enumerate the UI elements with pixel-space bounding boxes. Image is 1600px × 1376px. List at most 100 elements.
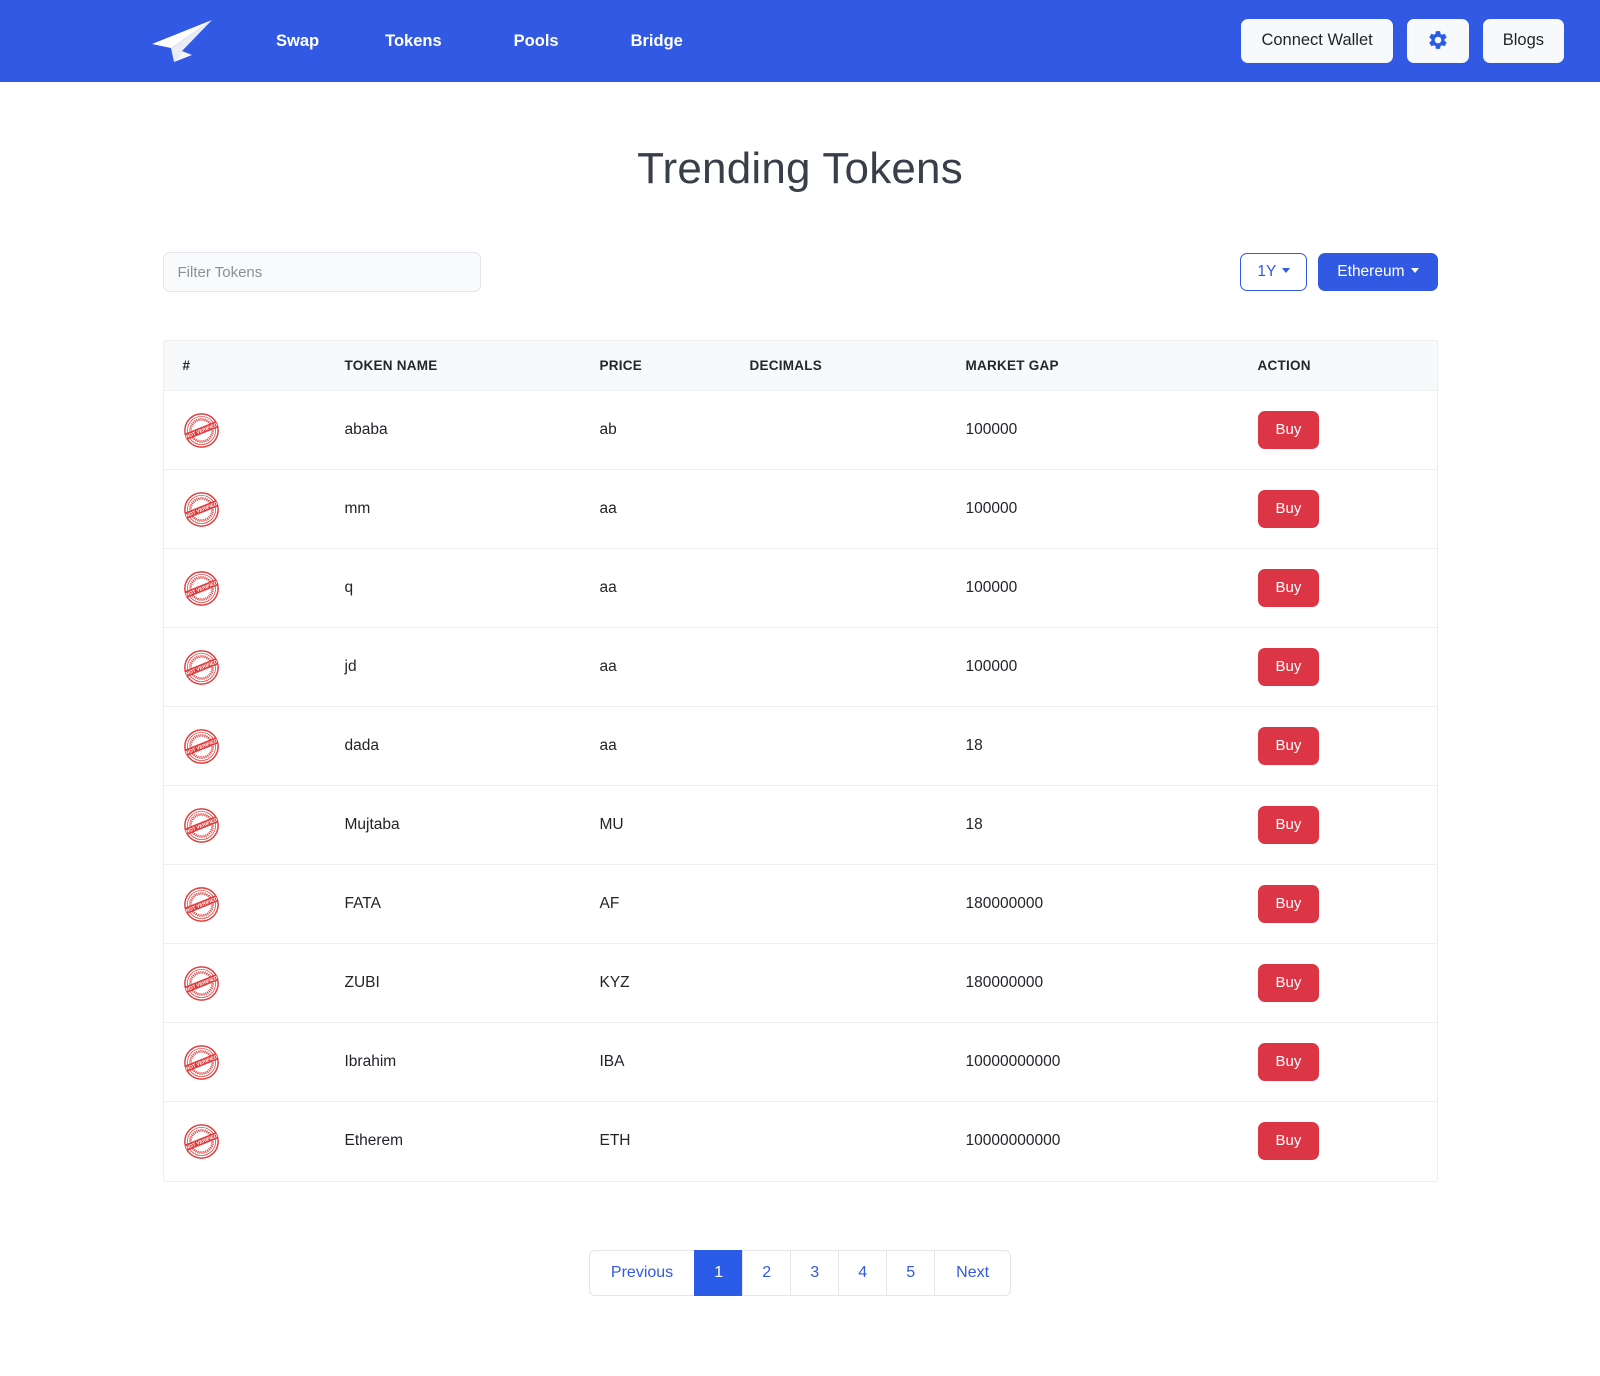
buy-button[interactable]: Buy [1258, 727, 1320, 765]
nav-links: Swap Tokens Pools Bridge [276, 24, 755, 59]
cell-price: ETH [600, 1102, 750, 1181]
cell-decimals [750, 470, 966, 549]
connect-wallet-button[interactable]: Connect Wallet [1241, 19, 1392, 63]
network-dropdown[interactable]: Ethereum [1318, 253, 1437, 291]
cell-price: KYZ [600, 944, 750, 1023]
network-label: Ethereum [1337, 263, 1404, 280]
cell-market-gap: 18 [966, 786, 1258, 865]
buy-button[interactable]: Buy [1258, 1043, 1320, 1081]
table-row: NOT VERIFIEDMujtabaMU18Buy [164, 786, 1438, 865]
pagination-next[interactable]: Next [934, 1250, 1011, 1297]
gear-icon [1427, 29, 1449, 54]
table-header-row: # TOKEN NAME PRICE DECIMALS MARKET GAP A… [164, 341, 1438, 391]
cell-market-gap: 100000 [966, 549, 1258, 628]
brand-logo[interactable] [148, 18, 244, 64]
column-header-price: PRICE [600, 341, 750, 391]
table-row: NOT VERIFIEDababaab100000Buy [164, 391, 1438, 470]
navbar-actions: Connect Wallet Blogs [1241, 19, 1564, 63]
buy-button[interactable]: Buy [1258, 964, 1320, 1002]
cell-token-name: FATA [345, 865, 600, 944]
nav-link-swap[interactable]: Swap [276, 24, 319, 59]
pagination-page-5[interactable]: 5 [886, 1250, 934, 1297]
cell-price: ab [600, 391, 750, 470]
buy-button[interactable]: Buy [1258, 411, 1320, 449]
cell-token-name: Mujtaba [345, 786, 600, 865]
cell-market-gap: 10000000000 [966, 1023, 1258, 1102]
nav-link-tokens[interactable]: Tokens [385, 24, 442, 59]
cell-decimals [750, 628, 966, 707]
not-verified-stamp-icon: NOT VERIFIED [164, 1023, 345, 1102]
cell-market-gap: 18 [966, 707, 1258, 786]
cell-decimals [750, 944, 966, 1023]
cell-decimals [750, 786, 966, 865]
cell-action: Buy [1258, 944, 1438, 1023]
cell-action: Buy [1258, 707, 1438, 786]
cell-action: Buy [1258, 628, 1438, 707]
not-verified-stamp-icon: NOT VERIFIED [164, 786, 345, 865]
timeframe-label: 1Y [1257, 263, 1276, 280]
table-head: # TOKEN NAME PRICE DECIMALS MARKET GAP A… [164, 341, 1438, 391]
cell-token-name: dada [345, 707, 600, 786]
cell-action: Buy [1258, 470, 1438, 549]
cell-market-gap: 100000 [966, 628, 1258, 707]
cell-decimals [750, 707, 966, 786]
cell-price: aa [600, 549, 750, 628]
cell-decimals [750, 549, 966, 628]
table-row: NOT VERIFIEDmmaa100000Buy [164, 470, 1438, 549]
main-container: 1Y Ethereum # TOKEN NAME PRICE DECIMALS … [163, 252, 1438, 1376]
nav-link-bridge[interactable]: Bridge [631, 24, 683, 59]
timeframe-dropdown[interactable]: 1Y [1240, 253, 1307, 291]
table-row: NOT VERIFIEDZUBIKYZ180000000Buy [164, 944, 1438, 1023]
cell-market-gap: 10000000000 [966, 1102, 1258, 1181]
cell-action: Buy [1258, 391, 1438, 470]
pagination-page-1[interactable]: 1 [694, 1250, 742, 1297]
chevron-down-icon [1282, 268, 1290, 273]
not-verified-stamp-icon: NOT VERIFIED [164, 549, 345, 628]
table-row: NOT VERIFIEDdadaaa 18Buy [164, 707, 1438, 786]
pagination-page-2[interactable]: 2 [742, 1250, 790, 1297]
settings-button[interactable] [1407, 19, 1469, 63]
pagination-page-3[interactable]: 3 [790, 1250, 838, 1297]
pagination-page-4[interactable]: 4 [838, 1250, 886, 1297]
not-verified-stamp-icon: NOT VERIFIED [164, 865, 345, 944]
table-row: NOT VERIFIEDjdaa100000Buy [164, 628, 1438, 707]
cell-action: Buy [1258, 786, 1438, 865]
cell-token-name: mm [345, 470, 600, 549]
filter-tokens-input[interactable] [163, 252, 481, 292]
navbar: Swap Tokens Pools Bridge Connect Wallet … [0, 0, 1600, 82]
cell-price: IBA [600, 1023, 750, 1102]
cell-action: Buy [1258, 1102, 1438, 1181]
not-verified-stamp-icon: NOT VERIFIED [164, 707, 345, 786]
column-header-index: # [164, 341, 345, 391]
table-row: NOT VERIFIEDqaa 100000Buy [164, 549, 1438, 628]
cell-decimals [750, 1023, 966, 1102]
cell-price: AF [600, 865, 750, 944]
cell-price: aa [600, 707, 750, 786]
cell-action: Buy [1258, 1023, 1438, 1102]
buy-button[interactable]: Buy [1258, 885, 1320, 923]
pagination: Previous12345Next [163, 1250, 1438, 1376]
cell-token-name: q [345, 549, 600, 628]
buy-button[interactable]: Buy [1258, 490, 1320, 528]
blogs-button[interactable]: Blogs [1483, 19, 1564, 63]
pagination-previous[interactable]: Previous [589, 1250, 694, 1297]
cell-decimals [750, 391, 966, 470]
cell-token-name: ababa [345, 391, 600, 470]
buy-button[interactable]: Buy [1258, 806, 1320, 844]
table-body: NOT VERIFIEDababaab100000BuyNOT VERIFIED… [164, 391, 1438, 1181]
cell-token-name: jd [345, 628, 600, 707]
buy-button[interactable]: Buy [1258, 648, 1320, 686]
tokens-table: # TOKEN NAME PRICE DECIMALS MARKET GAP A… [164, 341, 1438, 1181]
page-title: Trending Tokens [0, 82, 1600, 194]
cell-market-gap: 100000 [966, 470, 1258, 549]
nav-link-pools[interactable]: Pools [514, 24, 559, 59]
buy-button[interactable]: Buy [1258, 569, 1320, 607]
cell-decimals [750, 1102, 966, 1181]
buy-button[interactable]: Buy [1258, 1122, 1320, 1160]
not-verified-stamp-icon: NOT VERIFIED [164, 470, 345, 549]
not-verified-stamp-icon: NOT VERIFIED [164, 628, 345, 707]
table-row: NOT VERIFIEDIbrahimIBA 10000000000Buy [164, 1023, 1438, 1102]
column-header-token-name: TOKEN NAME [345, 341, 600, 391]
cell-token-name: Ibrahim [345, 1023, 600, 1102]
cell-decimals [750, 865, 966, 944]
